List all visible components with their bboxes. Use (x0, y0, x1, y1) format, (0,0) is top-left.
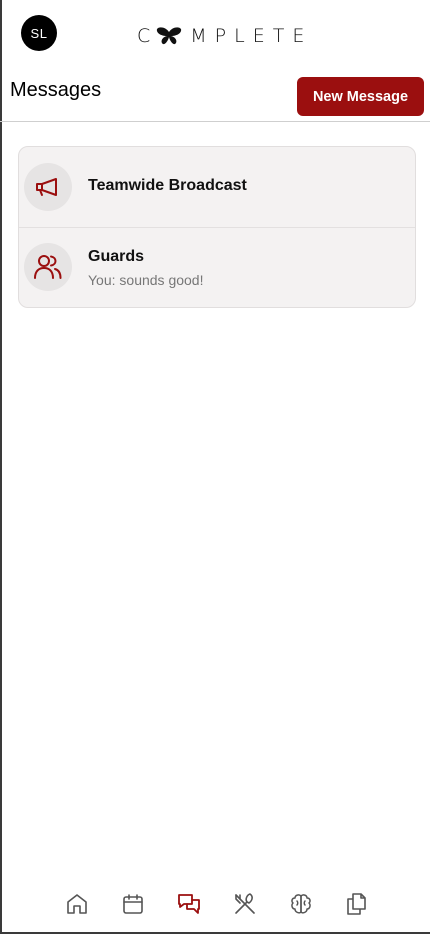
butterfly-icon (156, 26, 182, 46)
page-title: Messages (10, 79, 102, 101)
conversation-item-teamwide-broadcast[interactable]: Teamwide Broadcast (19, 147, 415, 228)
nav-mental[interactable] (289, 892, 313, 916)
top-bar: SL C MPLETE (0, 0, 430, 70)
avatar-initials: SL (30, 25, 48, 41)
users-icon (24, 243, 72, 291)
megaphone-icon (24, 163, 72, 211)
utensils-icon (235, 893, 255, 914)
app-frame (0, 0, 430, 934)
conversation-name: Guards (88, 248, 145, 265)
copy-icon (347, 893, 366, 915)
nav-calendar[interactable] (121, 892, 145, 916)
calendar-icon (123, 894, 143, 914)
messages-icon (178, 894, 200, 914)
conversation-item-guards[interactable]: Guards You: sounds good! (19, 228, 415, 307)
nav-home[interactable] (65, 892, 89, 916)
nav-nutrition[interactable] (233, 892, 257, 916)
avatar[interactable]: SL (21, 15, 57, 51)
nav-messages[interactable] (177, 892, 201, 916)
brand-logo: C MPLETE (137, 24, 312, 48)
nav-documents[interactable] (344, 892, 368, 916)
conversation-name: Teamwide Broadcast (88, 177, 247, 194)
logo-text-right: MPLETE (190, 25, 313, 47)
bottom-nav (0, 880, 430, 930)
logo-text-left: C (137, 25, 159, 47)
conversation-preview: You: sounds good! (88, 272, 204, 288)
conversation-list: Teamwide Broadcast Guards You: sounds go… (18, 146, 416, 308)
home-icon (67, 894, 87, 914)
brain-icon (291, 894, 311, 914)
page-header: Messages New Message (0, 70, 430, 122)
new-message-button[interactable]: New Message (297, 77, 424, 116)
